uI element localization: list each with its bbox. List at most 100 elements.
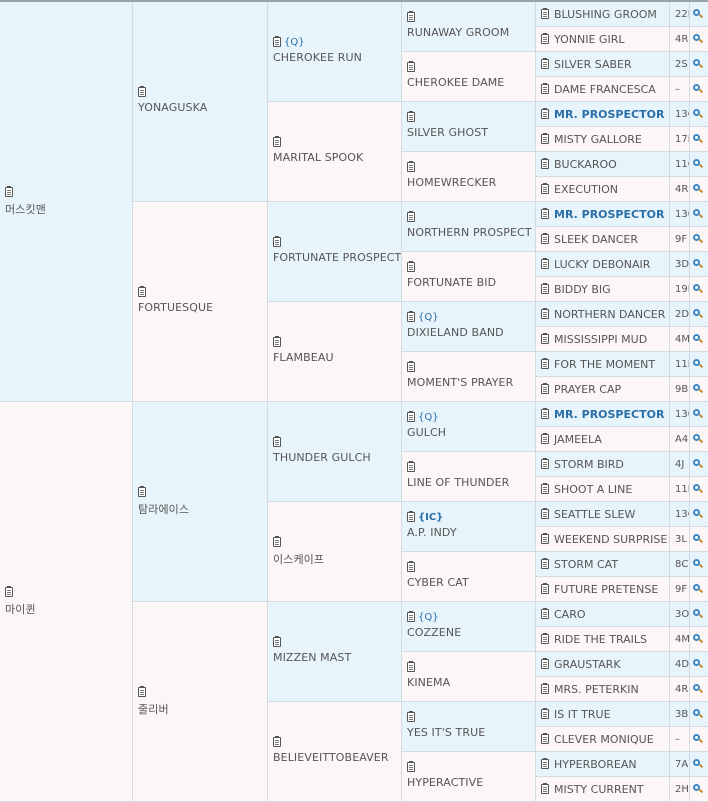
gen4-ancestor[interactable]: MOMENT'S PRAYER xyxy=(402,352,536,402)
magnifier-icon[interactable] xyxy=(690,52,708,77)
horse-name[interactable]: A.P. INDY xyxy=(407,526,457,539)
magnifier-icon[interactable] xyxy=(690,177,708,202)
horse-name[interactable]: CHEROKEE DAME xyxy=(407,76,504,89)
horse-name[interactable]: SLEEK DANCER xyxy=(554,233,638,246)
horse-name[interactable]: NORTHERN PROSPECT xyxy=(407,226,532,239)
magnifier-icon[interactable] xyxy=(690,102,708,127)
gen3-ancestor[interactable]: MARITAL SPOOK xyxy=(268,102,402,202)
magnifier-icon[interactable] xyxy=(690,427,708,452)
gen5-ancestor[interactable]: WEEKEND SURPRISE xyxy=(536,527,670,552)
document-icon[interactable] xyxy=(541,633,549,644)
horse-name[interactable]: MIZZEN MAST xyxy=(273,651,351,664)
magnifier-icon[interactable] xyxy=(690,402,708,427)
horse-name[interactable]: LINE OF THUNDER xyxy=(407,476,509,489)
magnifier-icon[interactable] xyxy=(690,352,708,377)
gen5-ancestor[interactable]: MISTY CURRENT xyxy=(536,777,670,802)
gen3-ancestor[interactable]: MIZZEN MAST xyxy=(268,602,402,702)
horse-name[interactable]: EXECUTION xyxy=(554,183,618,196)
magnifier-icon[interactable] xyxy=(690,627,708,652)
document-icon[interactable] xyxy=(138,686,146,697)
gen5-ancestor[interactable]: GRAUSTARK xyxy=(536,652,670,677)
magnifier-icon[interactable] xyxy=(690,377,708,402)
gen5-ancestor[interactable]: CARO xyxy=(536,602,670,627)
document-icon[interactable] xyxy=(541,283,549,294)
horse-name[interactable]: FLAMBEAU xyxy=(273,351,334,364)
document-icon[interactable] xyxy=(407,461,415,472)
gen5-ancestor[interactable]: SILVER SABER xyxy=(536,52,670,77)
gen4-ancestor[interactable]: {Q} GULCH xyxy=(402,402,536,452)
document-icon[interactable] xyxy=(407,711,415,722)
document-icon[interactable] xyxy=(273,36,281,47)
gen4-ancestor[interactable]: RUNAWAY GROOM xyxy=(402,2,536,52)
horse-name[interactable]: HYPERACTIVE xyxy=(407,776,483,789)
document-icon[interactable] xyxy=(541,233,549,244)
document-icon[interactable] xyxy=(541,608,549,619)
document-icon[interactable] xyxy=(273,536,281,547)
horse-name[interactable]: WEEKEND SURPRISE xyxy=(554,533,667,546)
magnifier-icon[interactable] xyxy=(690,327,708,352)
horse-name[interactable]: RIDE THE TRAILS xyxy=(554,633,647,646)
document-icon[interactable] xyxy=(273,236,281,247)
document-icon[interactable] xyxy=(407,61,415,72)
document-icon[interactable] xyxy=(541,333,549,344)
document-icon[interactable] xyxy=(541,483,549,494)
document-icon[interactable] xyxy=(407,11,415,22)
gen5-ancestor[interactable]: BUCKAROO xyxy=(536,152,670,177)
gen2-ancestor[interactable]: 줄리버 xyxy=(133,602,268,802)
document-icon[interactable] xyxy=(541,708,549,719)
document-icon[interactable] xyxy=(541,208,549,219)
document-icon[interactable] xyxy=(541,683,549,694)
document-icon[interactable] xyxy=(273,436,281,447)
gen5-ancestor[interactable]: MR. PROSPECTOR xyxy=(536,402,670,427)
document-icon[interactable] xyxy=(541,158,549,169)
document-icon[interactable] xyxy=(541,458,549,469)
gen4-ancestor[interactable]: HYPERACTIVE xyxy=(402,752,536,802)
horse-name[interactable]: SEATTLE SLEW xyxy=(554,508,635,521)
horse-name[interactable]: COZZENE xyxy=(407,626,461,639)
magnifier-icon[interactable] xyxy=(690,652,708,677)
horse-name[interactable]: MR. PROSPECTOR xyxy=(554,408,664,421)
horse-name[interactable]: CARO xyxy=(554,608,586,621)
gen5-ancestor[interactable]: MISSISSIPPI MUD xyxy=(536,327,670,352)
gen5-ancestor[interactable]: LUCKY DEBONAIR xyxy=(536,252,670,277)
document-icon[interactable] xyxy=(273,136,281,147)
gen2-ancestor[interactable]: FORTUESQUE xyxy=(133,202,268,402)
gen4-ancestor[interactable]: SILVER GHOST xyxy=(402,102,536,152)
gen5-ancestor[interactable]: MRS. PETERKIN xyxy=(536,677,670,702)
magnifier-icon[interactable] xyxy=(690,202,708,227)
horse-name[interactable]: JAMEELA xyxy=(554,433,602,446)
document-icon[interactable] xyxy=(407,161,415,172)
gen4-ancestor[interactable]: KINEMA xyxy=(402,652,536,702)
horse-name[interactable]: YONAGUSKA xyxy=(138,101,207,114)
horse-name[interactable]: PRAYER CAP xyxy=(554,383,621,396)
horse-name[interactable]: CHEROKEE RUN xyxy=(273,51,362,64)
document-icon[interactable] xyxy=(407,511,415,522)
gen5-ancestor[interactable]: JAMEELA xyxy=(536,427,670,452)
horse-name[interactable]: MRS. PETERKIN xyxy=(554,683,639,696)
gen5-ancestor[interactable]: NORTHERN DANCER xyxy=(536,302,670,327)
magnifier-icon[interactable] xyxy=(690,452,708,477)
horse-name[interactable]: YONNIE GIRL xyxy=(554,33,624,46)
horse-name[interactable]: SILVER SABER xyxy=(554,58,632,71)
document-icon[interactable] xyxy=(138,286,146,297)
horse-name[interactable]: MISSISSIPPI MUD xyxy=(554,333,647,346)
horse-name[interactable]: YES IT'S TRUE xyxy=(407,726,485,739)
horse-name[interactable]: GRAUSTARK xyxy=(554,658,621,671)
gen5-ancestor[interactable]: YONNIE GIRL xyxy=(536,27,670,52)
magnifier-icon[interactable] xyxy=(690,752,708,777)
magnifier-icon[interactable] xyxy=(690,227,708,252)
document-icon[interactable] xyxy=(541,308,549,319)
horse-name[interactable]: FORTUESQUE xyxy=(138,301,213,314)
gen3-ancestor[interactable]: FLAMBEAU xyxy=(268,302,402,402)
document-icon[interactable] xyxy=(541,58,549,69)
magnifier-icon[interactable] xyxy=(690,27,708,52)
document-icon[interactable] xyxy=(541,183,549,194)
horse-name[interactable]: 마이퀸 xyxy=(5,601,36,617)
document-icon[interactable] xyxy=(5,586,13,597)
horse-name[interactable]: LUCKY DEBONAIR xyxy=(554,258,650,271)
document-icon[interactable] xyxy=(407,261,415,272)
document-icon[interactable] xyxy=(407,661,415,672)
gen5-ancestor[interactable]: DAME FRANCESCA xyxy=(536,77,670,102)
horse-name[interactable]: RUNAWAY GROOM xyxy=(407,26,509,39)
document-icon[interactable] xyxy=(541,133,549,144)
